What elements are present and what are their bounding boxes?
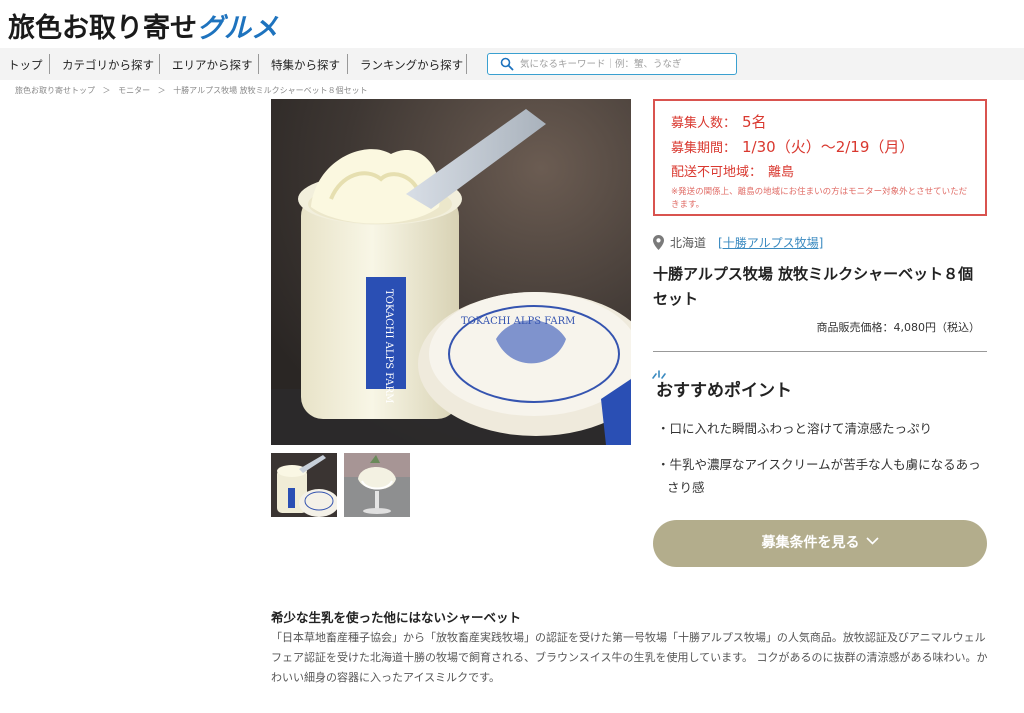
recruit-excluded-value: 離島 <box>768 165 795 180</box>
breadcrumb-separator: ＞ <box>102 86 111 95</box>
cup-label-text: TOKACHI ALPS FARM <box>383 289 394 403</box>
view-conditions-button[interactable]: 募集条件を見る <box>653 520 987 567</box>
nav-item-feature[interactable]: 特集から探す <box>271 57 340 73</box>
recruit-excluded-row: 配送不可地域： 離島 <box>671 161 969 180</box>
location-pin-icon <box>653 235 664 250</box>
recruit-period-label: 募集期間： <box>671 141 737 156</box>
recommend-list: ・口に入れた瞬間ふわっと溶けて清涼感たっぷり ・牛乳や濃厚なアイスクリームが苦手… <box>653 417 987 512</box>
search-box[interactable] <box>487 53 737 75</box>
recruitment-info-box: 募集人数： 5名 募集期間： 1/30（火）～2/19（月） 配送不可地域： 離島 ※… <box>653 99 987 216</box>
global-nav: トップ カテゴリから探す エリアから探す 特集から探す ランキングから探す <box>0 48 1024 80</box>
search-input[interactable] <box>520 56 730 72</box>
site-header: 旅色お取り寄せグルメ <box>0 0 1024 48</box>
search-icon <box>500 57 514 71</box>
farm-link[interactable]: [十勝アルプス牧場] <box>718 236 823 250</box>
logo-main-text: 旅色お取り寄せ <box>8 13 197 44</box>
product-title: 十勝アルプス牧場 放牧ミルクシャーベット８個セット <box>653 265 974 308</box>
breadcrumb: 旅色お取り寄せトップ ＞ モニター ＞ 十勝アルプス牧場 放牧ミルクシャーベット… <box>15 85 373 96</box>
product-thumbnail-1[interactable] <box>271 453 337 517</box>
nav-divider <box>347 54 348 74</box>
recruit-period-row: 募集期間： 1/30（火）～2/19（月） <box>671 136 969 157</box>
breadcrumb-home[interactable]: 旅色お取り寄せトップ <box>15 86 95 95</box>
breadcrumb-separator: ＞ <box>157 86 166 95</box>
product-main-image: TOKACHI ALPS FARM TOKACHI ALPS FARM <box>271 99 631 445</box>
breadcrumb-monitor[interactable]: モニター <box>118 86 150 95</box>
nav-item-area[interactable]: エリアから探す <box>172 57 253 73</box>
nav-divider <box>49 54 50 74</box>
recruit-period-value: 1/30（火）～2/19（月） <box>742 138 915 156</box>
lid-label-text: TOKACHI ALPS FARM <box>461 316 575 327</box>
logo-accent-text: グルメ <box>197 13 278 44</box>
recruit-count-value: 5名 <box>742 113 767 131</box>
recruit-note: ※発送の関係上、離島の地域にお住まいの方はモニター対象外とさせていただきます。 <box>671 187 968 210</box>
description-body: 「日本草地畜産種子協会」から「放牧畜産実践牧場」の認証を受けた第一号牧場「十勝ア… <box>271 631 988 684</box>
nav-item-category[interactable]: カテゴリから探す <box>62 57 154 73</box>
recruit-excluded-label: 配送不可地域： <box>671 165 763 180</box>
nav-divider <box>258 54 259 74</box>
section-divider <box>653 351 987 352</box>
product-region: 北海道 [十勝アルプス牧場] <box>653 234 823 251</box>
view-conditions-label: 募集条件を見る <box>761 535 860 551</box>
chevron-down-icon <box>865 537 879 545</box>
region-name: 北海道 <box>670 236 707 250</box>
breadcrumb-current: 十勝アルプス牧場 放牧ミルクシャーベット８個セット <box>173 86 368 95</box>
sherbet-cup-photo: TOKACHI ALPS FARM TOKACHI ALPS FARM <box>271 99 631 445</box>
thumbnail-glass-image <box>344 453 410 517</box>
recommend-point: ・牛乳や濃厚なアイスクリームが苦手な人も虜になるあっさり感 <box>657 457 981 495</box>
recruit-count-row: 募集人数： 5名 <box>671 111 969 132</box>
product-thumbnail-2[interactable] <box>344 453 410 517</box>
thumbnail-cup-image <box>271 453 337 517</box>
recommend-point: ・口に入れた瞬間ふわっと溶けて清涼感たっぷり <box>657 421 933 436</box>
nav-divider <box>159 54 160 74</box>
recruit-count-label: 募集人数： <box>671 116 737 131</box>
site-logo[interactable]: 旅色お取り寄せグルメ <box>8 6 278 45</box>
nav-item-top[interactable]: トップ <box>8 57 43 73</box>
nav-divider <box>466 54 467 74</box>
recommend-heading: おすすめポイント <box>656 381 792 401</box>
nav-item-ranking[interactable]: ランキングから探す <box>360 57 463 73</box>
product-price: 商品販売価格：4,080円（税込） <box>816 321 981 334</box>
description-title: 希少な生乳を使った他にはないシャーベット <box>271 610 522 625</box>
